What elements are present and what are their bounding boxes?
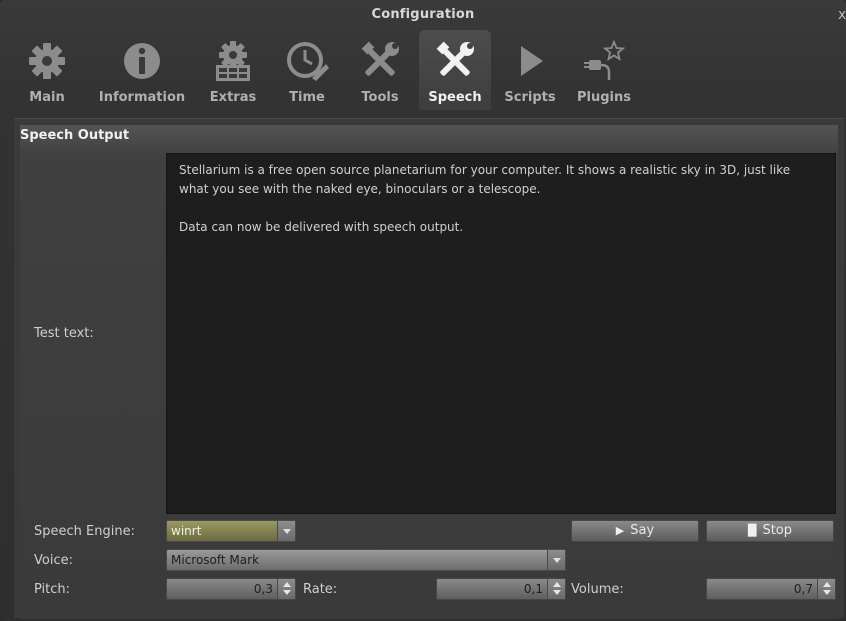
clock-icon [287,42,329,81]
window-titlebar[interactable]: Configuration [0,0,846,30]
speech-engine-value: winrt [171,524,202,538]
tab-bar: Main Information Extras Time Tools Speec… [22,30,822,110]
voice-label: Voice: [34,553,73,568]
test-text-paragraph: Stellarium is a free open source planeta… [179,163,791,196]
pitch-spinbox[interactable]: 0,3 [166,578,296,600]
tab-plugins[interactable]: Plugins [572,30,636,110]
chevron-down-icon[interactable] [547,550,565,570]
rate-value: 0,1 [523,582,543,596]
tab-label: Plugins [577,90,631,105]
tab-label: Extras [209,90,257,105]
spin-arrows-icon[interactable] [547,579,565,599]
tab-label: Time [289,90,325,105]
say-button-label: Say [630,523,655,538]
tools-icon [436,41,474,76]
play-icon: ▶ [615,524,625,537]
tab-speech[interactable]: Speech [419,30,491,110]
rate-spinbox[interactable]: 0,1 [436,578,566,600]
gear-icon [29,43,65,79]
tab-label: Speech [428,90,482,105]
plugin-star-icon [584,39,626,80]
volume-value: 0,7 [793,582,813,596]
tools-icon [361,41,399,76]
tab-label: Main [29,90,65,105]
volume-spinbox[interactable]: 0,7 [706,578,836,600]
tab-label: Information [98,90,186,105]
tab-scripts[interactable]: Scripts [502,30,558,110]
rate-label: Rate: [303,582,338,597]
tab-label: Scripts [504,90,556,105]
close-icon[interactable]: x [838,6,846,24]
tab-main[interactable]: Main [22,30,72,110]
section-title: Speech Output [20,128,130,143]
stop-icon: █ [747,524,757,537]
tab-time[interactable]: Time [280,30,334,110]
tab-information[interactable]: Information [92,30,192,110]
test-text-area[interactable]: Stellarium is a free open source planeta… [166,153,836,514]
configuration-window: Configuration x Main Information Extras … [0,0,846,621]
spin-arrows-icon[interactable] [277,579,295,599]
gear-grid-icon [216,41,250,81]
test-text-label: Test text: [34,326,94,341]
speech-engine-label: Speech Engine: [34,524,135,539]
tab-extras[interactable]: Extras [202,30,264,110]
pitch-label: Pitch: [34,582,71,597]
window-title: Configuration [371,7,475,22]
speech-engine-select[interactable]: winrt [166,520,296,542]
pitch-value: 0,3 [253,582,273,596]
chevron-down-icon[interactable] [277,521,295,541]
play-icon [521,46,543,76]
stop-button[interactable]: █ Stop [706,520,834,542]
voice-select[interactable]: Microsoft Mark [166,549,566,571]
info-icon [124,43,160,79]
test-text-paragraph: Data can now be delivered with speech ou… [179,220,464,234]
voice-value: Microsoft Mark [171,553,260,567]
stop-button-label: Stop [762,523,793,538]
volume-label: Volume: [571,582,624,597]
tab-label: Tools [361,90,399,105]
say-button[interactable]: ▶ Say [571,520,699,542]
tab-tools[interactable]: Tools [352,30,408,110]
spin-arrows-icon[interactable] [817,579,835,599]
